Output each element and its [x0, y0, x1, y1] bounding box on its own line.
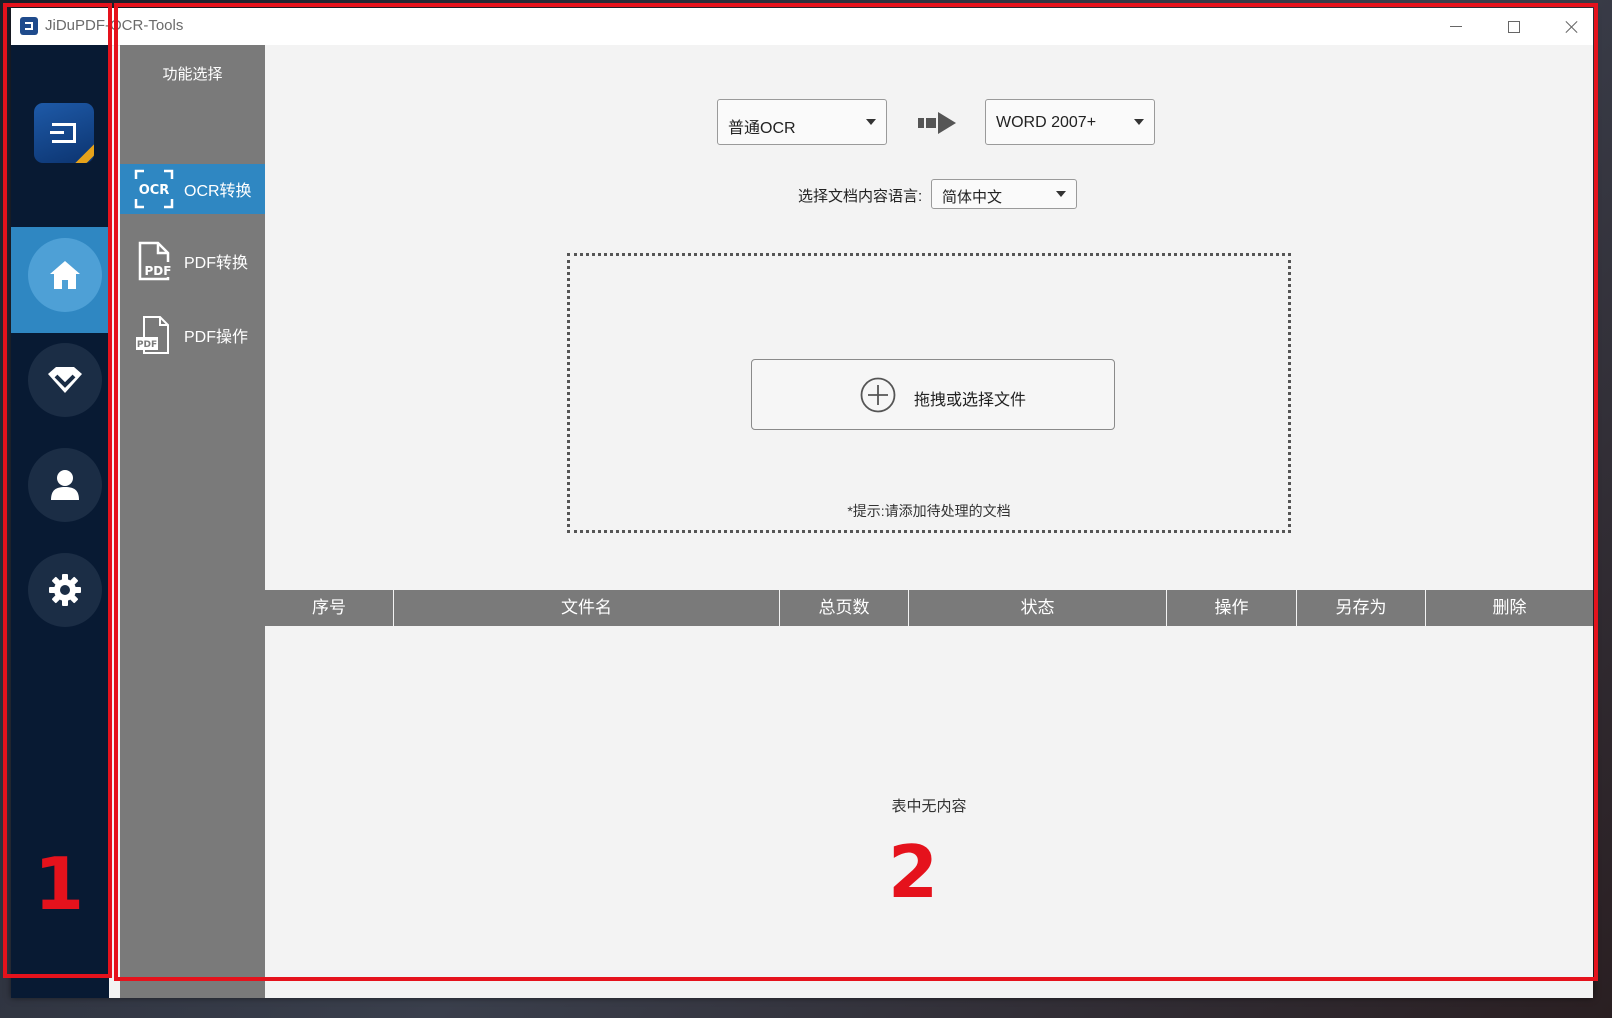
- minimize-button[interactable]: [1431, 8, 1481, 45]
- rail-item-user[interactable]: [28, 448, 102, 522]
- svg-text:OCR: OCR: [139, 183, 170, 198]
- column-header-status[interactable]: 状态: [909, 590, 1167, 626]
- column-header-delete[interactable]: 删除: [1426, 590, 1593, 626]
- column-header-index[interactable]: 序号: [265, 590, 394, 626]
- app-logo: [34, 103, 94, 163]
- language-label: 选择文档内容语言:: [798, 188, 923, 205]
- app-window: JiDuPDF-OCR-Tools 功能选择 OCR OCR转换 PDF PDF…: [11, 8, 1593, 998]
- minimize-icon: [1450, 26, 1462, 27]
- home-icon: [50, 261, 80, 289]
- function-item-pdf-convert[interactable]: PDF PDF转换: [120, 236, 265, 286]
- diamond-icon: [48, 367, 82, 393]
- function-item-pdf-operate[interactable]: PDF PDF操作: [120, 310, 265, 360]
- column-header-save-as[interactable]: 另存为: [1297, 590, 1426, 626]
- function-item-label: PDF操作: [184, 329, 249, 346]
- function-item-ocr[interactable]: OCR OCR转换: [120, 164, 265, 214]
- table-empty-message: 表中无内容: [891, 798, 967, 815]
- function-panel: 功能选择 OCR OCR转换 PDF PDF转换 PDF PDF操作: [120, 45, 265, 998]
- function-panel-title: 功能选择: [162, 66, 223, 83]
- app-icon: [20, 17, 38, 35]
- logo-ribbon: [72, 142, 94, 163]
- drop-hint: *提示:请添加待处理的文档: [847, 503, 1011, 519]
- add-circle-icon: [860, 377, 896, 413]
- window-title: JiDuPDF-OCR-Tools: [45, 17, 184, 34]
- rail-item-settings[interactable]: [28, 553, 102, 627]
- maximize-button[interactable]: [1489, 8, 1539, 45]
- pdf-document-icon: PDF: [136, 316, 169, 354]
- maximize-icon: [1508, 20, 1520, 33]
- function-item-label: OCR转换: [184, 183, 252, 200]
- annotation-label-2: 2: [888, 830, 939, 914]
- user-icon: [51, 470, 79, 500]
- logo-mark-icon: [50, 123, 76, 143]
- close-button[interactable]: [1547, 8, 1597, 45]
- language-select[interactable]: 简体中文: [931, 179, 1077, 209]
- select-file-label: 拖拽或选择文件: [914, 392, 1027, 409]
- rail-item-home[interactable]: [28, 238, 102, 312]
- svg-text:PDF: PDF: [145, 264, 172, 278]
- function-item-label: PDF转换: [184, 255, 249, 272]
- chevron-down-icon: [1056, 191, 1066, 197]
- column-header-pages[interactable]: 总页数: [780, 590, 909, 626]
- convert-arrow-icon: [918, 112, 956, 134]
- ocr-mode-value: 普通OCR: [728, 120, 796, 137]
- pdf-file-icon: PDF: [138, 241, 172, 281]
- column-header-filename[interactable]: 文件名: [394, 590, 780, 626]
- output-format-select[interactable]: WORD 2007+: [985, 99, 1155, 145]
- close-icon: [1565, 20, 1579, 34]
- chevron-down-icon: [1134, 119, 1144, 125]
- chevron-down-icon: [866, 119, 876, 125]
- file-drop-zone[interactable]: 拖拽或选择文件 *提示:请添加待处理的文档: [567, 253, 1291, 533]
- file-table-header: 序号 文件名 总页数 状态 操作 另存为 删除: [265, 590, 1593, 626]
- language-value: 简体中文: [942, 189, 1003, 206]
- ocr-mode-select[interactable]: 普通OCR: [717, 99, 887, 145]
- column-header-action[interactable]: 操作: [1167, 590, 1297, 626]
- select-file-button[interactable]: 拖拽或选择文件: [751, 359, 1115, 430]
- output-format-value: WORD 2007+: [996, 114, 1097, 131]
- title-bar: JiDuPDF-OCR-Tools: [11, 8, 1593, 46]
- annotation-label-1: 1: [34, 842, 85, 926]
- svg-text:PDF: PDF: [137, 340, 157, 350]
- rail-item-vip[interactable]: [28, 343, 102, 417]
- ocr-scan-icon: OCR: [134, 169, 174, 209]
- gear-icon: [49, 574, 81, 606]
